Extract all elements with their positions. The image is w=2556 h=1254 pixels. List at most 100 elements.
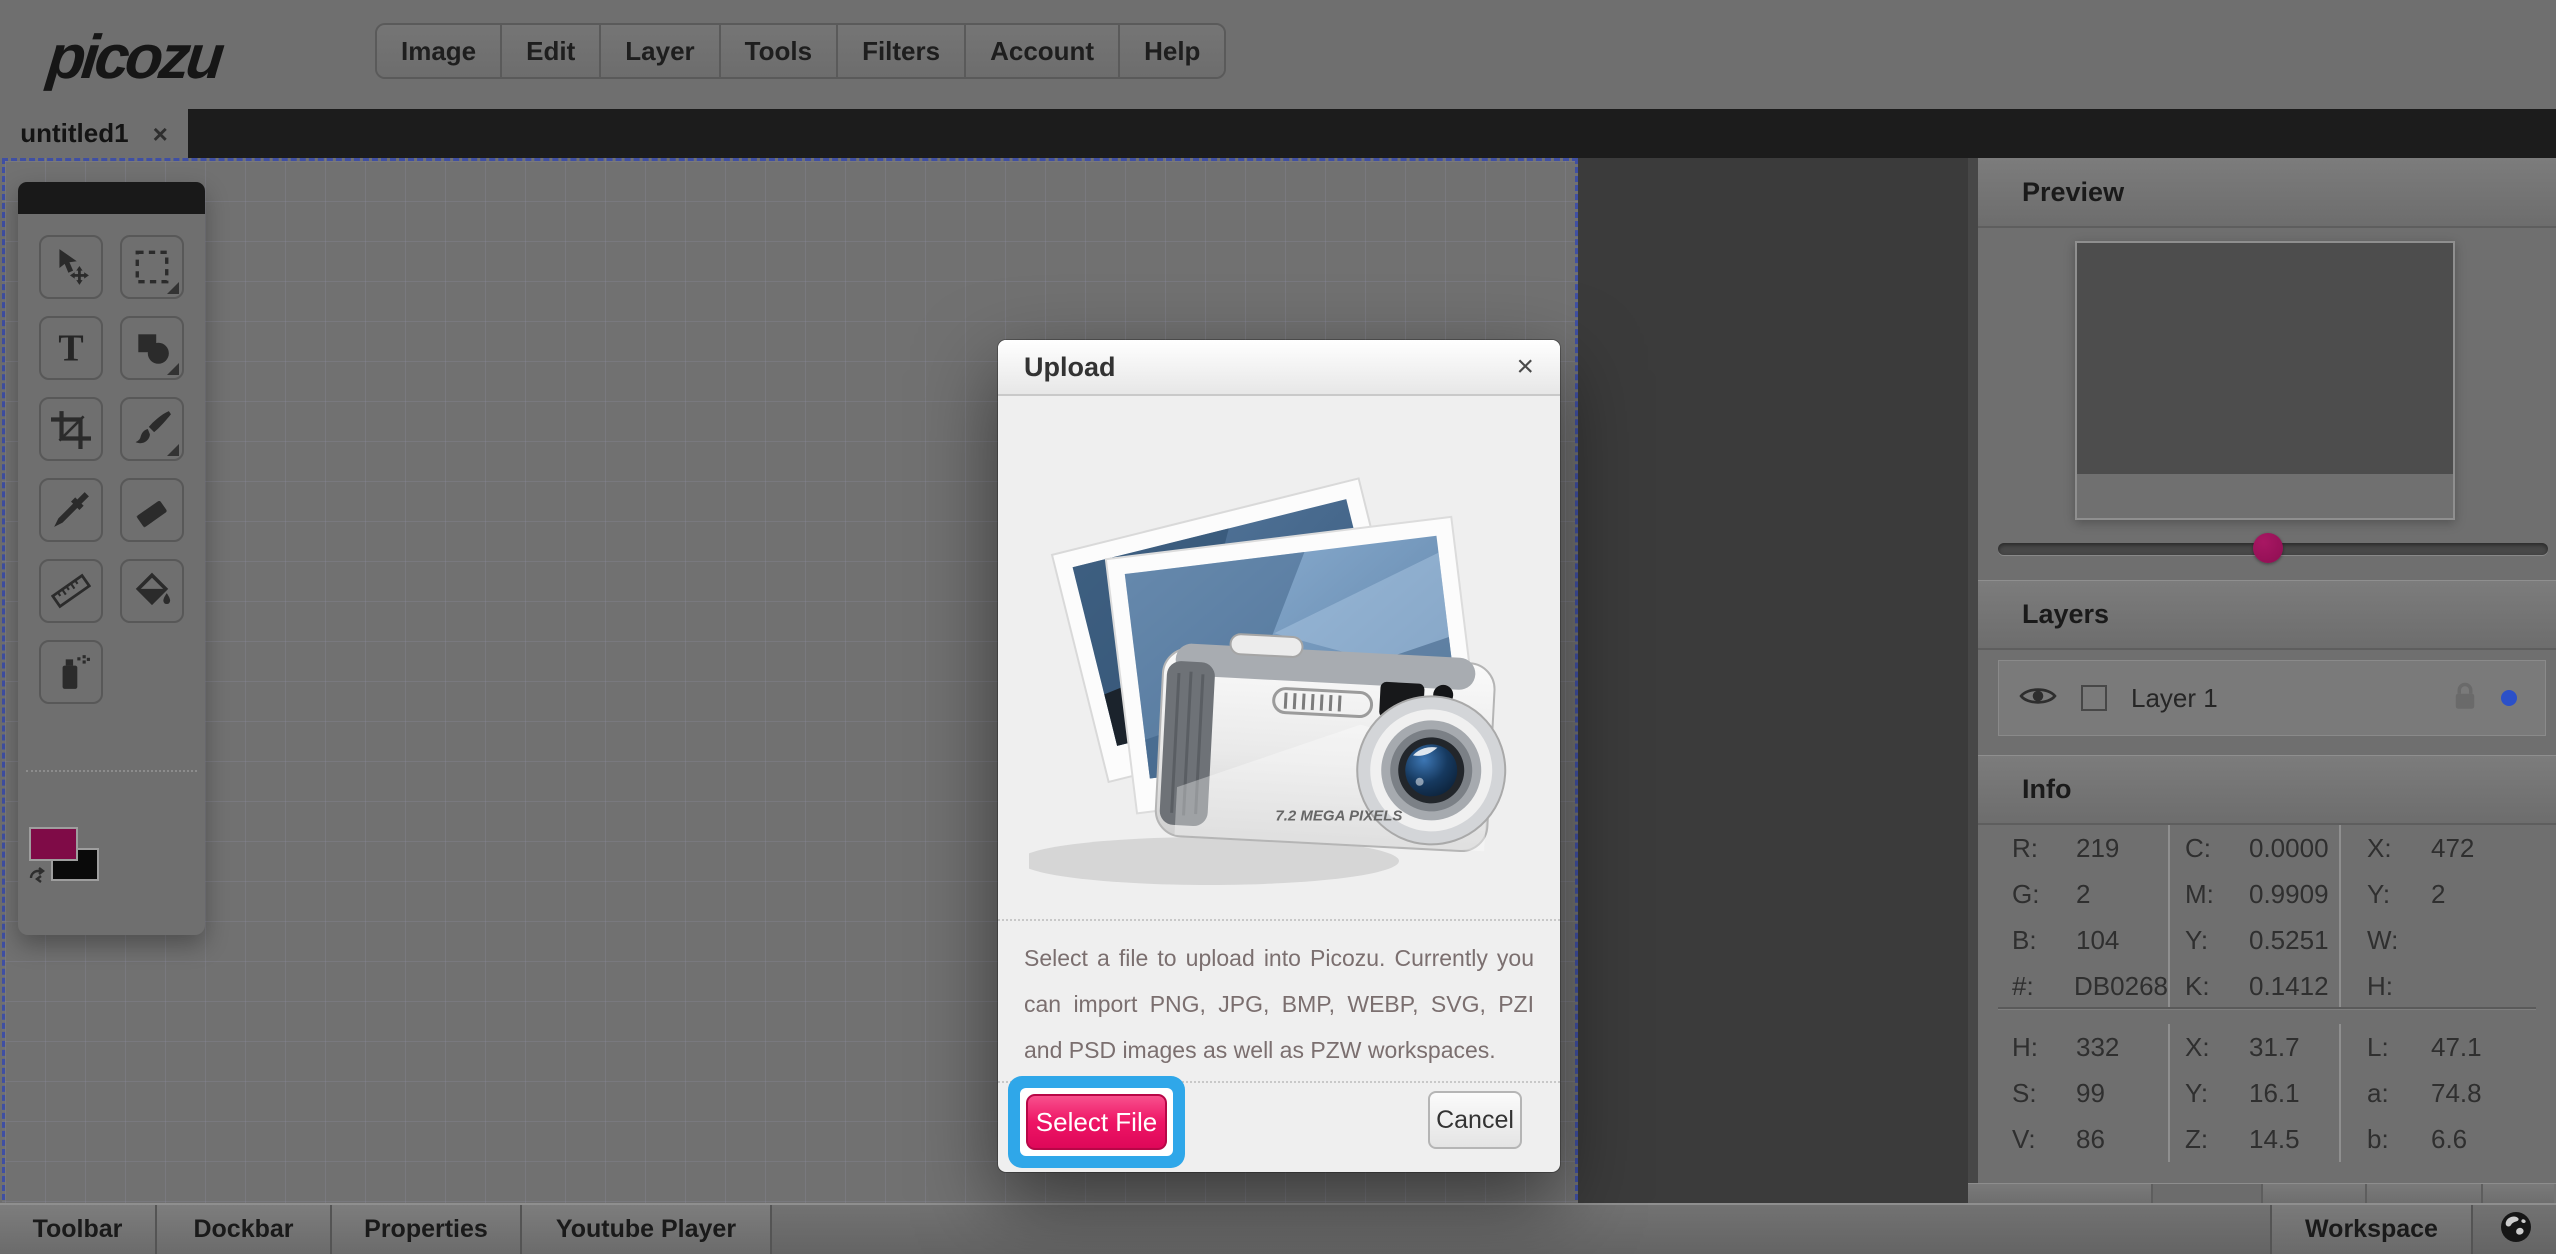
picozu-logo: picozu (44, 22, 224, 93)
tool-move-button[interactable] (39, 235, 103, 299)
marquee-select-icon (132, 247, 172, 287)
preview-zoom-knob[interactable] (2253, 533, 2283, 563)
info-row: X:31.7 (2185, 1024, 2339, 1070)
shapes-icon (132, 328, 172, 368)
tool-shapes-button[interactable] (120, 316, 184, 380)
info-row: Z:14.5 (2185, 1116, 2339, 1162)
upload-dialog-footer: Select File Cancel (998, 1083, 1560, 1170)
palette-drag-handle[interactable] (18, 182, 205, 214)
upload-illustration: 7.2 MEGA PIXELS (998, 396, 1560, 921)
workspace-button[interactable]: Workspace (2270, 1205, 2473, 1254)
menu-item[interactable]: Account (966, 25, 1120, 77)
workspace-background (1578, 158, 1968, 1254)
info-row: Y:0.5251 (2185, 917, 2339, 963)
brush-icon (132, 409, 172, 449)
tool-palette: T (18, 182, 205, 935)
info-row: b:6.6 (2367, 1116, 2549, 1162)
crop-icon (51, 409, 91, 449)
strip-segment (2367, 1184, 2483, 1203)
select-file-ring-gap: Select File (1020, 1088, 1173, 1156)
tool-crop-button[interactable] (39, 397, 103, 461)
dock-toggle-button[interactable]: Dockbar (157, 1205, 332, 1254)
info-row: W: (2367, 917, 2549, 963)
tool-spray-button[interactable] (39, 640, 103, 704)
layer-lock-icon[interactable] (2453, 681, 2477, 716)
layer-name: Layer 1 (2131, 683, 2218, 714)
info-row: a:74.8 (2367, 1070, 2549, 1116)
tool-text-button[interactable]: T (39, 316, 103, 380)
select-file-button[interactable]: Select File (1026, 1094, 1167, 1150)
menu-item[interactable]: Layer (601, 25, 720, 77)
layers-section-header[interactable]: Layers (1978, 580, 2556, 650)
info-divider (1998, 1007, 2536, 1010)
tool-marquee-button[interactable] (120, 235, 184, 299)
info-row: L:47.1 (2367, 1024, 2549, 1070)
preview-zoom-slider[interactable] (1998, 543, 2548, 555)
paint-bucket-icon (132, 571, 172, 611)
info-row: S:99 (2012, 1070, 2168, 1116)
info-row: #:DB0268 (2012, 963, 2168, 1009)
foreground-color-swatch[interactable] (29, 827, 78, 861)
info-title: Info (2022, 774, 2071, 805)
info-row: K:0.1412 (2185, 963, 2339, 1009)
info-row: Y:2 (2367, 871, 2549, 917)
top-navbar: picozu ImageEditLayerToolsFiltersAccount… (0, 0, 2556, 109)
globe-button[interactable] (2475, 1205, 2556, 1254)
svg-text:T: T (58, 328, 83, 368)
info-row: V:86 (2012, 1116, 2168, 1162)
menu-item[interactable]: Tools (721, 25, 838, 77)
menu-bar: ImageEditLayerToolsFiltersAccountHelp (375, 23, 1226, 79)
info-row: G:2 (2012, 871, 2168, 917)
tab-close-icon[interactable]: × (153, 121, 168, 147)
camera-caption: 7.2 MEGA PIXELS (1275, 807, 1402, 824)
menu-item[interactable]: Help (1120, 25, 1224, 77)
layer-row[interactable]: Layer 1 (1998, 660, 2546, 736)
info-row: R:219 (2012, 825, 2168, 871)
info-section-header[interactable]: Info (1978, 755, 2556, 825)
upload-dialog: Upload × (998, 340, 1560, 1172)
upload-description: Select a file to upload into Picozu. Cur… (998, 921, 1560, 1083)
layer-color-tag[interactable] (2501, 690, 2517, 706)
layer-select-checkbox[interactable] (2081, 685, 2107, 711)
upload-dialog-header[interactable]: Upload × (998, 340, 1560, 396)
info-row: B:104 (2012, 917, 2168, 963)
layers-title: Layers (2022, 599, 2109, 630)
tool-brush-button[interactable] (120, 397, 184, 461)
tool-ruler-button[interactable] (39, 559, 103, 623)
preview-thumbnail-image (2077, 243, 2453, 474)
right-dock-panel: Preview Layers Layer 1 Info R:219G:2B:10… (1968, 158, 2556, 1183)
info-row: H:332 (2012, 1024, 2168, 1070)
menu-item[interactable]: Filters (838, 25, 966, 77)
strip-segment (2263, 1184, 2367, 1203)
bottom-dock-bar: ToolbarDockbarPropertiesYoutube Player W… (0, 1203, 2556, 1254)
cancel-button[interactable]: Cancel (1428, 1091, 1522, 1149)
tool-eyedropper-button[interactable] (39, 478, 103, 542)
layer-visibility-eye-icon[interactable] (2019, 684, 2057, 713)
tool-grid: T (18, 214, 205, 704)
close-icon[interactable]: × (1516, 352, 1534, 382)
strip-segment (2153, 1184, 2263, 1203)
preview-section-header[interactable]: Preview (1978, 158, 2556, 228)
tool-fill-button[interactable] (120, 559, 184, 623)
spray-can-icon (51, 652, 91, 692)
tool-eraser-button[interactable] (120, 478, 184, 542)
dock-toggle-button[interactable]: Toolbar (0, 1205, 157, 1254)
move-icon (51, 247, 91, 287)
workspace-label: Workspace (2305, 1215, 2438, 1244)
menu-item[interactable]: Image (377, 25, 502, 77)
info-row: X:472 (2367, 825, 2549, 871)
menu-item[interactable]: Edit (502, 25, 601, 77)
info-grid-rgb-cmyk-xy: R:219G:2B:104#:DB0268 C:0.0000M:0.9909Y:… (1978, 825, 2556, 1009)
info-row: Y:16.1 (2185, 1070, 2339, 1116)
select-file-focus-ring: Select File (1008, 1076, 1185, 1168)
dock-toggle-button[interactable]: Properties (332, 1205, 522, 1254)
camera-body: 7.2 MEGA PIXELS (1154, 630, 1511, 853)
dock-toggle-button[interactable]: Youtube Player (522, 1205, 772, 1254)
tab-untitled1[interactable]: untitled1 × (0, 109, 188, 158)
globe-icon (2495, 1206, 2537, 1253)
eraser-icon (132, 490, 172, 530)
swap-colors-icon[interactable] (27, 864, 49, 891)
info-row: M:0.9909 (2185, 871, 2339, 917)
text-tool-icon: T (51, 328, 91, 368)
info-row: C:0.0000 (2185, 825, 2339, 871)
